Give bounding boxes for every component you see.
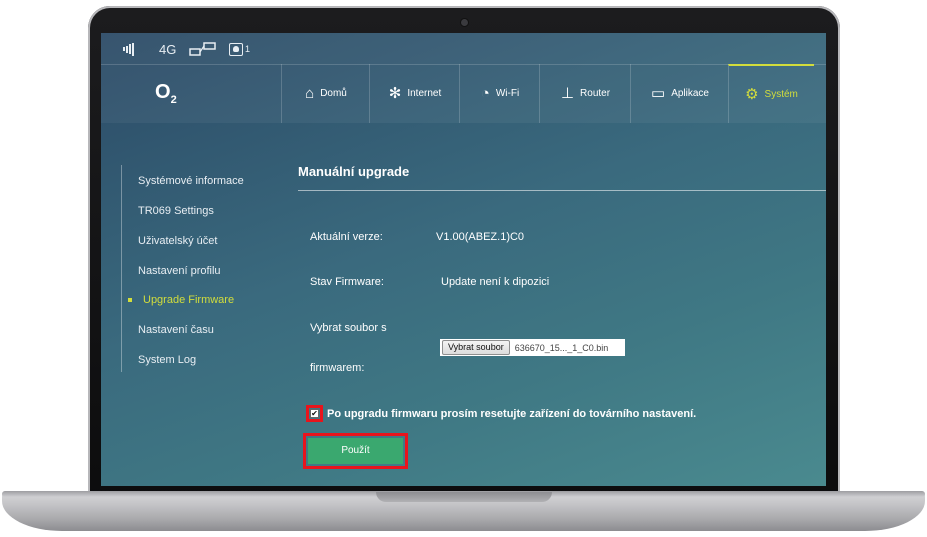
main-navigation: O2 ⌂ Domů ✻ Internet ◔ Wi-Fi ⊥ Router ▭ Aplik…: [101, 64, 826, 123]
camera-icon: [461, 19, 468, 26]
nav-system[interactable]: ⚙ Systém: [728, 64, 814, 123]
nav-router[interactable]: ⊥ Router: [539, 64, 631, 123]
sidebar-item-profile[interactable]: Nastavení profilu: [138, 265, 221, 277]
router-admin-screen: 4G 1 O2 ⌂ Domů ✻ Internet ◔ Wi-Fi ⊥ Router ▭…: [101, 33, 826, 486]
wifi-icon: ◔: [480, 85, 490, 102]
firmware-status-value: Update není k dipozici: [441, 276, 550, 288]
laptop-notch: [376, 492, 552, 502]
o2-logo: O2: [155, 81, 177, 106]
current-version-value: V1.00(ABEZ.1)C0: [436, 231, 525, 243]
user-icon: 1: [229, 41, 250, 57]
sidebar-item-time[interactable]: Nastavení času: [138, 324, 214, 336]
firmware-file-input[interactable]: Vybrat soubor 636670_15..._1_C0.bin: [440, 339, 625, 356]
page-title: Manuální upgrade: [298, 164, 410, 179]
network-type: 4G: [159, 41, 177, 57]
nav-internet[interactable]: ✻ Internet: [369, 64, 460, 123]
signal-icon: [123, 41, 135, 57]
connected-users-count: 1: [245, 44, 251, 54]
home-icon: ⌂: [305, 85, 315, 102]
choose-file-button[interactable]: Vybrat soubor: [442, 340, 510, 355]
monitor-icon: ▭: [651, 85, 666, 102]
title-divider: [298, 190, 826, 191]
nav-apps[interactable]: ▭ Aplikace: [630, 64, 729, 123]
file-select-label: Vybrat soubor s: [310, 322, 387, 334]
apply-button[interactable]: Použít: [308, 438, 403, 464]
selected-file-name: 636670_15..._1_C0.bin: [514, 342, 609, 353]
sidebar-item-tr069[interactable]: TR069 Settings: [138, 205, 214, 217]
nav-wifi[interactable]: ◔ Wi-Fi: [459, 64, 540, 123]
active-bullet-icon: [128, 298, 132, 302]
router-icon: ⊥: [560, 85, 575, 102]
nav-home[interactable]: ⌂ Domů: [281, 64, 370, 123]
sidebar-item-upgrade-firmware[interactable]: Upgrade Firmware: [143, 294, 234, 306]
gear-icon: ⚙: [745, 86, 759, 103]
status-bar: 4G 1: [101, 33, 826, 65]
globe-icon: ✻: [388, 85, 402, 102]
firmware-status-label: Stav Firmware:: [310, 276, 384, 288]
sidebar-item-user-account[interactable]: Uživatelský účet: [138, 235, 217, 247]
connection-icon: [189, 41, 217, 57]
sidebar-item-system-log[interactable]: System Log: [138, 354, 196, 366]
current-version-label: Aktuální verze:: [310, 231, 383, 243]
file-select-label-2: firmwarem:: [310, 362, 365, 374]
sidebar-item-system-info[interactable]: Systémové informace: [138, 175, 244, 187]
reset-checkbox-label: Po upgradu firmwaru prosím resetujte zař…: [327, 408, 697, 420]
reset-checkbox[interactable]: ✔: [310, 409, 319, 418]
